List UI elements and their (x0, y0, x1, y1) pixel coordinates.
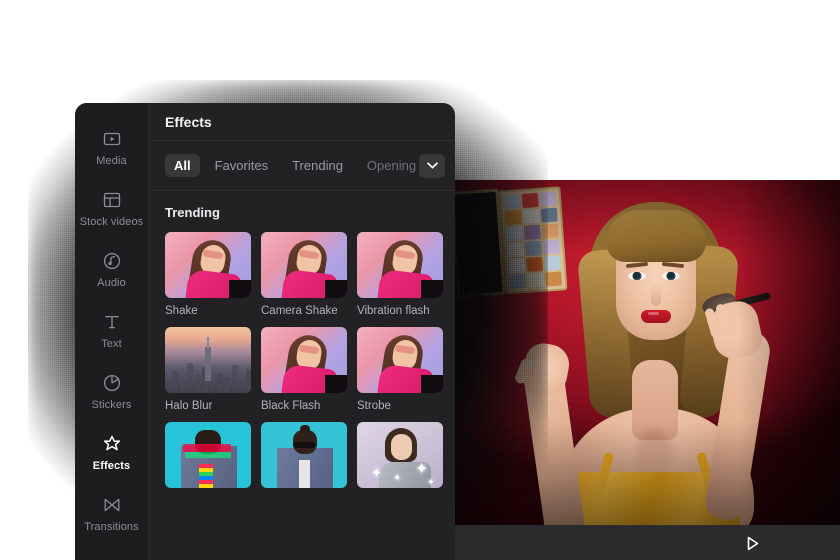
sidebar-item-label: Media (96, 154, 127, 167)
page-title: Effects (165, 113, 212, 130)
left-sidebar: Media Stock videos Audio Text Stickers Effect… (75, 103, 149, 560)
sidebar-item-text[interactable]: Text (75, 300, 148, 361)
sidebar-item-transitions[interactable]: Transitions (75, 483, 148, 544)
thumb-art (165, 232, 251, 298)
play-icon[interactable] (744, 534, 762, 552)
effect-label: Vibration flash (357, 305, 430, 317)
tab-trending[interactable]: Trending (283, 154, 352, 177)
effect-item[interactable]: Black Flash (261, 327, 347, 412)
effect-label: Strobe (357, 400, 391, 412)
stickers-icon (102, 373, 122, 393)
effect-thumbnail[interactable]: ✦ ✦ ✦ ✦ (357, 422, 443, 488)
sidebar-item-effects[interactable]: Effects (75, 422, 148, 483)
effects-icon (102, 434, 122, 454)
thumb-art (261, 232, 347, 298)
effect-item[interactable]: Shake (165, 232, 251, 317)
sidebar-item-audio[interactable]: Audio (75, 239, 148, 300)
tab-favorites[interactable]: Favorites (206, 154, 277, 177)
panel-content: Effects All Favorites Trending Opening & Tr… (149, 103, 455, 560)
audio-icon (102, 251, 122, 271)
text-icon (102, 312, 122, 332)
effect-item[interactable] (165, 422, 251, 488)
tab-all[interactable]: All (165, 154, 200, 177)
sidebar-item-label: Text (101, 337, 122, 350)
sidebar-item-label: Effects (92, 459, 131, 472)
thumb-art (261, 327, 347, 393)
screen-root: Media Stock videos Audio Text Stickers Effect… (0, 0, 840, 560)
effect-thumbnail[interactable] (357, 232, 443, 298)
effects-grid: Shake Camera Shake Vibration flash Halo Blu… (165, 232, 455, 488)
effect-label: Black Flash (261, 400, 321, 412)
effects-scroll-area[interactable]: Trending Shake Camera Shake Vibration flas… (149, 191, 455, 560)
section-title: Trending (165, 205, 220, 220)
thumb-art (261, 422, 347, 488)
effect-thumbnail[interactable] (261, 422, 347, 488)
sidebar-item-stickers[interactable]: Stickers (75, 361, 148, 422)
transitions-icon (102, 495, 122, 515)
panel-header: Effects (149, 103, 455, 141)
sidebar-item-label: Stock videos (79, 215, 144, 228)
effect-item[interactable]: Halo Blur (165, 327, 251, 412)
effect-thumbnail[interactable] (165, 422, 251, 488)
effect-item[interactable] (261, 422, 347, 488)
media-icon (102, 129, 122, 149)
effect-item[interactable]: ✦ ✦ ✦ ✦ (357, 422, 443, 488)
thumb-art (357, 327, 443, 393)
effect-thumbnail[interactable] (357, 327, 443, 393)
sidebar-item-label: Audio (97, 276, 126, 289)
effect-thumbnail[interactable] (165, 232, 251, 298)
sidebar-item-stock-videos[interactable]: Stock videos (75, 178, 148, 239)
effect-item[interactable]: Strobe (357, 327, 443, 412)
effect-thumbnail[interactable] (261, 327, 347, 393)
thumb-art (357, 232, 443, 298)
stock-videos-icon (102, 190, 122, 210)
effect-thumbnail[interactable] (261, 232, 347, 298)
thumb-art: ✦ ✦ ✦ ✦ (357, 422, 443, 488)
thumb-art (165, 422, 251, 488)
effect-item[interactable]: Vibration flash (357, 232, 443, 317)
sidebar-item-label: Stickers (91, 398, 132, 411)
effect-label: Shake (165, 305, 198, 317)
effect-item[interactable]: Camera Shake (261, 232, 347, 317)
sidebar-item-label: Transitions (84, 520, 139, 533)
effect-thumbnail[interactable] (165, 327, 251, 393)
effect-label: Camera Shake (261, 305, 338, 317)
sidebar-item-media[interactable]: Media (75, 117, 148, 178)
category-tabs: All Favorites Trending Opening & (149, 141, 455, 191)
chevron-down-icon[interactable] (419, 153, 445, 178)
effects-panel: Media Stock videos Audio Text Stickers Effect… (75, 103, 455, 560)
effect-label: Halo Blur (165, 400, 213, 412)
thumb-art (165, 327, 251, 393)
